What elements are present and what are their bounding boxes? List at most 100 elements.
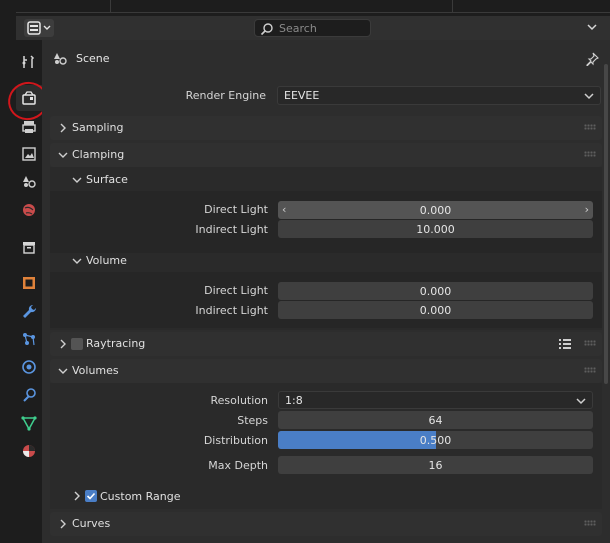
- chevron-down-icon: [72, 177, 82, 183]
- subpanel-custom-range-header[interactable]: Custom Range: [72, 488, 272, 506]
- properties-editor-icon: [27, 21, 51, 35]
- tool-icon: [22, 55, 35, 68]
- editor-type-button[interactable]: [24, 19, 54, 37]
- constraints-icon: [23, 388, 36, 402]
- volume-direct-light-label: Direct Light: [204, 284, 268, 297]
- tab-scene[interactable]: [16, 169, 42, 195]
- tab-particles[interactable]: [16, 326, 42, 352]
- material-icon: [23, 445, 35, 457]
- chevron-down-icon: [584, 93, 594, 100]
- tab-collection[interactable]: [16, 234, 42, 260]
- scrollbar[interactable]: [604, 64, 608, 384]
- scene-icon: [23, 176, 36, 188]
- chevron-right-icon: [60, 339, 66, 349]
- surface-direct-light-label: Direct Light: [204, 203, 268, 216]
- search-icon: [260, 23, 273, 36]
- surface-direct-light-field[interactable]: ‹ 0.000 ›: [278, 201, 593, 219]
- increment-arrow-icon[interactable]: ›: [585, 203, 589, 216]
- resolution-dropdown[interactable]: 1:8: [278, 391, 593, 409]
- view-layer-icon: [22, 147, 36, 161]
- drag-handle-icon[interactable]: [584, 124, 596, 130]
- tab-object[interactable]: [16, 270, 42, 296]
- steps-value: 64: [428, 413, 443, 427]
- panel-sampling-header[interactable]: Sampling: [50, 116, 602, 140]
- render-engine-dropdown[interactable]: EEVEE: [277, 86, 601, 105]
- panel-clamping-title: Clamping: [72, 148, 125, 161]
- drag-handle-icon[interactable]: [584, 340, 596, 346]
- chevron-right-icon: [60, 123, 66, 133]
- volume-body: [50, 272, 602, 328]
- search-placeholder: Search: [279, 22, 317, 35]
- tab-physics[interactable]: [16, 354, 42, 380]
- chevron-down-icon: [58, 368, 68, 374]
- raytracing-checkbox[interactable]: [71, 338, 83, 350]
- physics-icon: [22, 360, 36, 374]
- object-icon: [23, 277, 35, 289]
- tab-tool[interactable]: [16, 49, 42, 75]
- render-engine-label: Render Engine: [185, 89, 266, 102]
- distribution-slider[interactable]: 0.500: [278, 431, 593, 449]
- distribution-label: Distribution: [203, 434, 268, 447]
- panel-curves-title: Curves: [72, 517, 111, 530]
- chevron-down-icon: [58, 152, 68, 158]
- subpanel-surface-title: Surface: [86, 173, 128, 186]
- panel-raytracing-header[interactable]: Raytracing: [50, 332, 602, 356]
- modifier-icon: [23, 304, 37, 318]
- tab-material[interactable]: [16, 438, 42, 464]
- surface-direct-light-value: 0.000: [419, 203, 452, 217]
- panel-sampling-title: Sampling: [72, 121, 124, 134]
- scene-icon: [54, 53, 67, 65]
- resolution-label: Resolution: [210, 394, 268, 407]
- volume-direct-light-value: 0.000: [419, 284, 452, 298]
- world-icon: [23, 204, 35, 216]
- tab-view-layer[interactable]: [16, 141, 42, 167]
- tab-world[interactable]: [16, 197, 42, 223]
- panel-clamping-header[interactable]: Clamping: [50, 143, 602, 167]
- max-depth-field[interactable]: 16: [278, 456, 593, 474]
- output-icon: [22, 121, 36, 133]
- chevron-down-icon: [576, 398, 586, 405]
- breadcrumb-scene-label: Scene: [76, 52, 110, 65]
- surface-indirect-light-label: Indirect Light: [195, 223, 268, 236]
- drag-handle-icon[interactable]: [584, 151, 596, 157]
- presets-list-icon[interactable]: [558, 337, 572, 351]
- subpanel-custom-range-title: Custom Range: [100, 490, 181, 503]
- steps-label: Steps: [237, 414, 268, 427]
- tab-constraints[interactable]: [16, 382, 42, 408]
- drag-handle-icon[interactable]: [584, 520, 596, 526]
- distribution-value: 0.500: [419, 433, 452, 447]
- header-options-chevron-icon[interactable]: [586, 21, 598, 36]
- chevron-down-icon: [72, 258, 82, 264]
- tab-modifiers[interactable]: [16, 298, 42, 324]
- checkmark-icon: [86, 492, 96, 500]
- particles-icon: [23, 333, 35, 346]
- resolution-value: 1:8: [285, 393, 303, 407]
- chevron-right-icon: [74, 491, 80, 501]
- volume-indirect-light-label: Indirect Light: [195, 304, 268, 317]
- panel-volumes-header[interactable]: Volumes: [50, 359, 602, 383]
- volume-indirect-light-field[interactable]: 0.000: [278, 301, 593, 319]
- custom-range-checkbox[interactable]: [85, 490, 97, 502]
- search-field[interactable]: Search: [254, 19, 371, 37]
- subpanel-volume-title: Volume: [86, 254, 127, 267]
- panel-raytracing-title: Raytracing: [86, 337, 146, 350]
- drag-handle-icon[interactable]: [584, 367, 596, 373]
- volume-direct-light-field[interactable]: 0.000: [278, 282, 593, 300]
- tab-data[interactable]: [16, 410, 42, 436]
- panel-volumes-title: Volumes: [72, 364, 119, 377]
- breadcrumb: Scene: [50, 48, 602, 70]
- render-engine-value: EEVEE: [284, 89, 320, 102]
- volume-indirect-light-value: 0.000: [419, 303, 452, 317]
- distribution-slider-fill: [278, 431, 436, 449]
- surface-indirect-light-field[interactable]: 10.000: [278, 220, 593, 238]
- max-depth-label: Max Depth: [208, 459, 268, 472]
- collection-icon: [23, 242, 35, 254]
- data-icon: [21, 416, 37, 431]
- top-header-edge: [0, 0, 610, 14]
- steps-field[interactable]: 64: [278, 411, 593, 429]
- chevron-right-icon: [60, 519, 66, 529]
- decrement-arrow-icon[interactable]: ‹: [282, 203, 286, 216]
- surface-indirect-light-value: 10.000: [416, 222, 455, 236]
- pin-icon[interactable]: [585, 52, 599, 69]
- panel-curves-header[interactable]: Curves: [50, 512, 602, 536]
